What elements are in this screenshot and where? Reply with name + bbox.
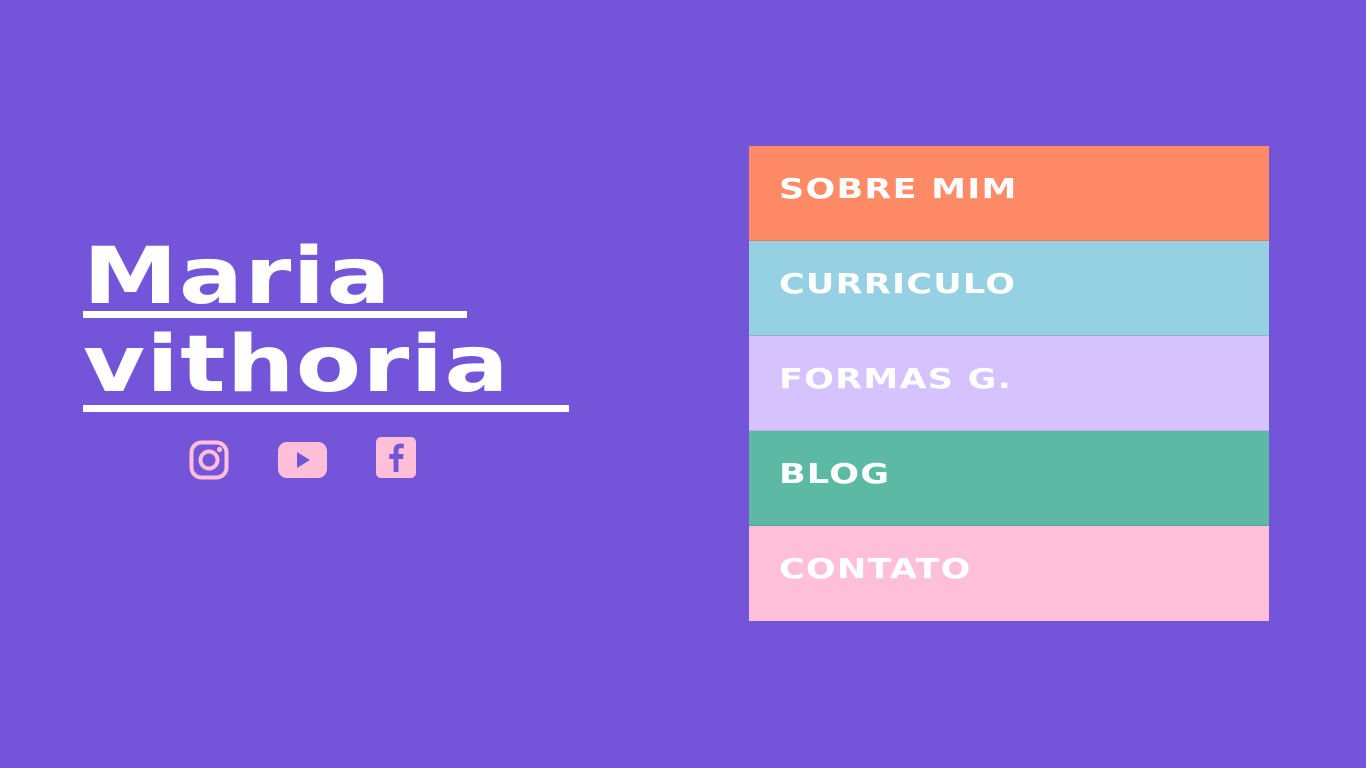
facebook-icon[interactable] — [376, 437, 416, 478]
last-name-text: vithoria — [83, 320, 510, 410]
name-block: Maria vithoria — [83, 236, 603, 412]
menu-item-contato[interactable]: CONTATO — [749, 526, 1269, 621]
first-name-text: Maria — [83, 232, 392, 322]
menu-item-formas[interactable]: FORMAS G. — [749, 336, 1269, 431]
menu-item-label: FORMAS G. — [779, 362, 1013, 395]
last-name-underline — [83, 405, 569, 412]
menu-item-label: BLOG — [779, 457, 891, 490]
menu-item-label: CONTATO — [779, 552, 972, 585]
main-menu: SOBRE MIM CURRICULO FORMAS G. BLOG CONTA… — [749, 146, 1269, 621]
menu-item-label: CURRICULO — [779, 267, 1017, 300]
social-links — [189, 437, 429, 481]
last-name-row: vithoria — [83, 324, 603, 412]
menu-item-label: SOBRE MIM — [779, 172, 1018, 205]
page-background: Maria vithoria SOBRE MIM CURRICULO FORMA… — [0, 0, 1366, 768]
first-name-underline — [83, 311, 467, 318]
menu-item-blog[interactable]: BLOG — [749, 431, 1269, 526]
menu-item-curriculo[interactable]: CURRICULO — [749, 241, 1269, 336]
menu-item-sobre-mim[interactable]: SOBRE MIM — [749, 146, 1269, 241]
youtube-icon[interactable] — [278, 442, 327, 478]
instagram-icon[interactable] — [189, 440, 229, 480]
